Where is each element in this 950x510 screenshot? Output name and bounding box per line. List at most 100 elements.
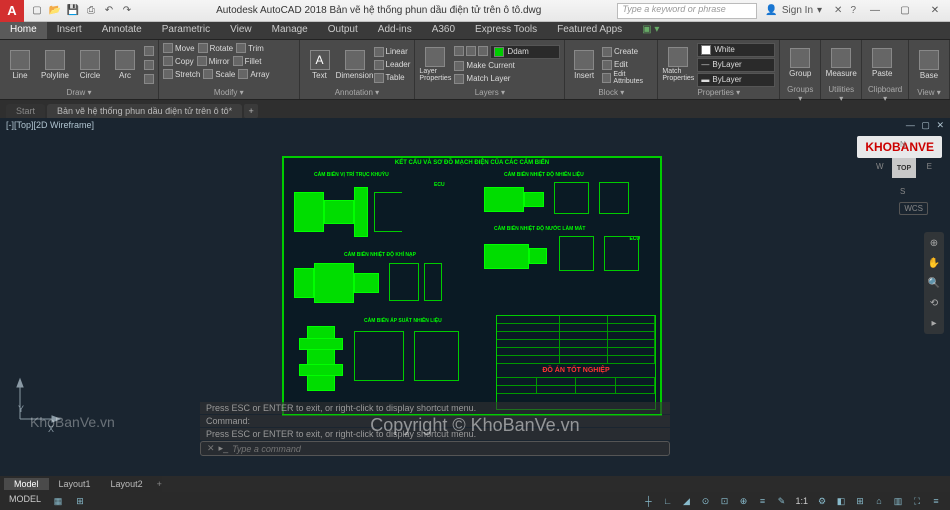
- lineweight-combo[interactable]: —ByLayer: [697, 58, 775, 72]
- scale-button[interactable]: Scale: [203, 68, 235, 80]
- start-tab[interactable]: Start: [6, 104, 45, 118]
- showmotion-icon[interactable]: ▸: [927, 316, 941, 330]
- rotate-button[interactable]: Rotate: [198, 42, 234, 54]
- vp-min-icon[interactable]: —: [906, 120, 915, 130]
- mirror-button[interactable]: Mirror: [197, 55, 230, 67]
- tab-output[interactable]: Output: [318, 22, 368, 39]
- group-button[interactable]: Group: [784, 42, 816, 84]
- layer-combo[interactable]: Ddam: [490, 45, 560, 59]
- text-button[interactable]: AText: [304, 44, 336, 86]
- linear-button[interactable]: Linear: [374, 46, 411, 58]
- sb-7[interactable]: ≡: [754, 494, 770, 508]
- tab-annotate[interactable]: Annotate: [92, 22, 152, 39]
- tab-addins[interactable]: Add-ins: [368, 22, 422, 39]
- sb-11[interactable]: ⊞: [852, 494, 868, 508]
- dimension-button[interactable]: Dimension: [339, 44, 371, 86]
- line-button[interactable]: Line: [4, 44, 36, 86]
- sb-6[interactable]: ⊕: [735, 494, 751, 508]
- sb-3[interactable]: ◢: [678, 494, 694, 508]
- base-button[interactable]: Base: [913, 44, 945, 86]
- scale-label[interactable]: 1:1: [795, 496, 808, 506]
- wcs-label[interactable]: WCS: [899, 202, 928, 215]
- tab-express[interactable]: Express Tools: [465, 22, 547, 39]
- fullnav-icon[interactable]: ⊕: [927, 236, 941, 250]
- layer-i1[interactable]: [454, 45, 464, 57]
- tab-parametric[interactable]: Parametric: [152, 22, 220, 39]
- open-icon[interactable]: 📂: [48, 4, 62, 18]
- close-button[interactable]: ✕: [920, 0, 950, 22]
- app-logo[interactable]: A: [0, 0, 24, 22]
- new-tab-button[interactable]: +: [244, 104, 258, 118]
- signin-button[interactable]: 👤 Sign In ▾: [765, 5, 822, 16]
- arc-button[interactable]: Arc: [109, 44, 141, 86]
- tab-featured[interactable]: Featured Apps: [547, 22, 632, 39]
- draw-sm2[interactable]: [144, 59, 154, 71]
- create-button[interactable]: Create: [602, 46, 653, 58]
- snap-icon[interactable]: ⊞: [72, 494, 88, 508]
- exchange-icon[interactable]: ✕: [834, 5, 842, 16]
- fillet-button[interactable]: Fillet: [233, 55, 262, 67]
- trim-button[interactable]: Trim: [236, 42, 264, 54]
- drawing-tab[interactable]: Bản vẽ hệ thống phun dầu điện tử trên ô …: [47, 104, 242, 118]
- layout2-tab[interactable]: Layout2: [101, 478, 153, 490]
- sb-2[interactable]: ∟: [659, 494, 675, 508]
- viewcube-face[interactable]: TOP: [892, 158, 916, 178]
- sb-1[interactable]: ┼: [640, 494, 656, 508]
- stretch-button[interactable]: Stretch: [163, 68, 200, 80]
- tab-insert[interactable]: Insert: [47, 22, 92, 39]
- cmd-close-icon[interactable]: ✕: [207, 443, 215, 454]
- paste-button[interactable]: Paste: [866, 42, 898, 84]
- array-button[interactable]: Array: [238, 68, 269, 80]
- sb-13[interactable]: ▥: [890, 494, 906, 508]
- saveas-icon[interactable]: ⎙: [84, 4, 98, 18]
- drawing-canvas[interactable]: KHOBANVE N S E W TOP WCS ⊕ ✋ 🔍 ⟲ ▸ KẾT C…: [0, 132, 950, 476]
- new-icon[interactable]: ▢: [30, 4, 44, 18]
- editattr-button[interactable]: Edit Attributes: [602, 72, 653, 84]
- viewcube[interactable]: N S E W TOP: [876, 140, 932, 196]
- model-tab[interactable]: Model: [4, 478, 49, 490]
- copy-button[interactable]: Copy: [163, 55, 194, 67]
- help-search[interactable]: Type a keyword or phrase: [617, 3, 757, 19]
- insert-button[interactable]: Insert: [569, 44, 599, 86]
- viewport-label[interactable]: [-][Top][2D Wireframe]: [6, 120, 94, 130]
- maximize-button[interactable]: ▢: [890, 0, 920, 22]
- save-icon[interactable]: 💾: [66, 4, 80, 18]
- modelspace-label[interactable]: MODEL: [9, 494, 41, 508]
- color-combo[interactable]: White: [697, 43, 775, 57]
- draw-sm3[interactable]: [144, 73, 154, 85]
- sb-9[interactable]: ⚙: [814, 494, 830, 508]
- minimize-button[interactable]: —: [860, 0, 890, 22]
- grid-icon[interactable]: ▦: [50, 494, 66, 508]
- zoom-icon[interactable]: 🔍: [927, 276, 941, 290]
- leader-button[interactable]: Leader: [374, 59, 411, 71]
- polyline-button[interactable]: Polyline: [39, 44, 71, 86]
- measure-button[interactable]: Measure: [825, 42, 857, 84]
- tab-home[interactable]: Home: [0, 22, 47, 39]
- matchlayer-button[interactable]: Match Layer: [454, 73, 560, 85]
- pan-icon[interactable]: ✋: [927, 256, 941, 270]
- circle-button[interactable]: Circle: [74, 44, 106, 86]
- undo-icon[interactable]: ↶: [102, 4, 116, 18]
- sb-12[interactable]: ⌂: [871, 494, 887, 508]
- sb-10[interactable]: ◧: [833, 494, 849, 508]
- sb-8[interactable]: ✎: [773, 494, 789, 508]
- draw-sm1[interactable]: [144, 45, 154, 57]
- sb-4[interactable]: ⊙: [697, 494, 713, 508]
- customize-icon[interactable]: ≡: [928, 494, 944, 508]
- matchprops-button[interactable]: Match Properties: [662, 44, 694, 86]
- layer-i3[interactable]: [478, 45, 488, 57]
- makecurrent-button[interactable]: Make Current: [454, 60, 560, 72]
- move-button[interactable]: Move: [163, 42, 195, 54]
- vp-close-icon[interactable]: ✕: [936, 120, 944, 130]
- sb-5[interactable]: ⊡: [716, 494, 732, 508]
- table-button[interactable]: Table: [374, 72, 411, 84]
- tab-a360[interactable]: A360: [422, 22, 465, 39]
- help-icon[interactable]: ?: [850, 5, 856, 16]
- vp-max-icon[interactable]: ▢: [921, 120, 930, 130]
- add-layout-button[interactable]: +: [157, 479, 162, 489]
- tab-extra[interactable]: ▣ ▾: [632, 22, 669, 39]
- edit-button[interactable]: Edit: [602, 59, 653, 71]
- layer-i2[interactable]: [466, 45, 476, 57]
- linetype-combo[interactable]: ▬ByLayer: [697, 73, 775, 87]
- tab-view[interactable]: View: [220, 22, 262, 39]
